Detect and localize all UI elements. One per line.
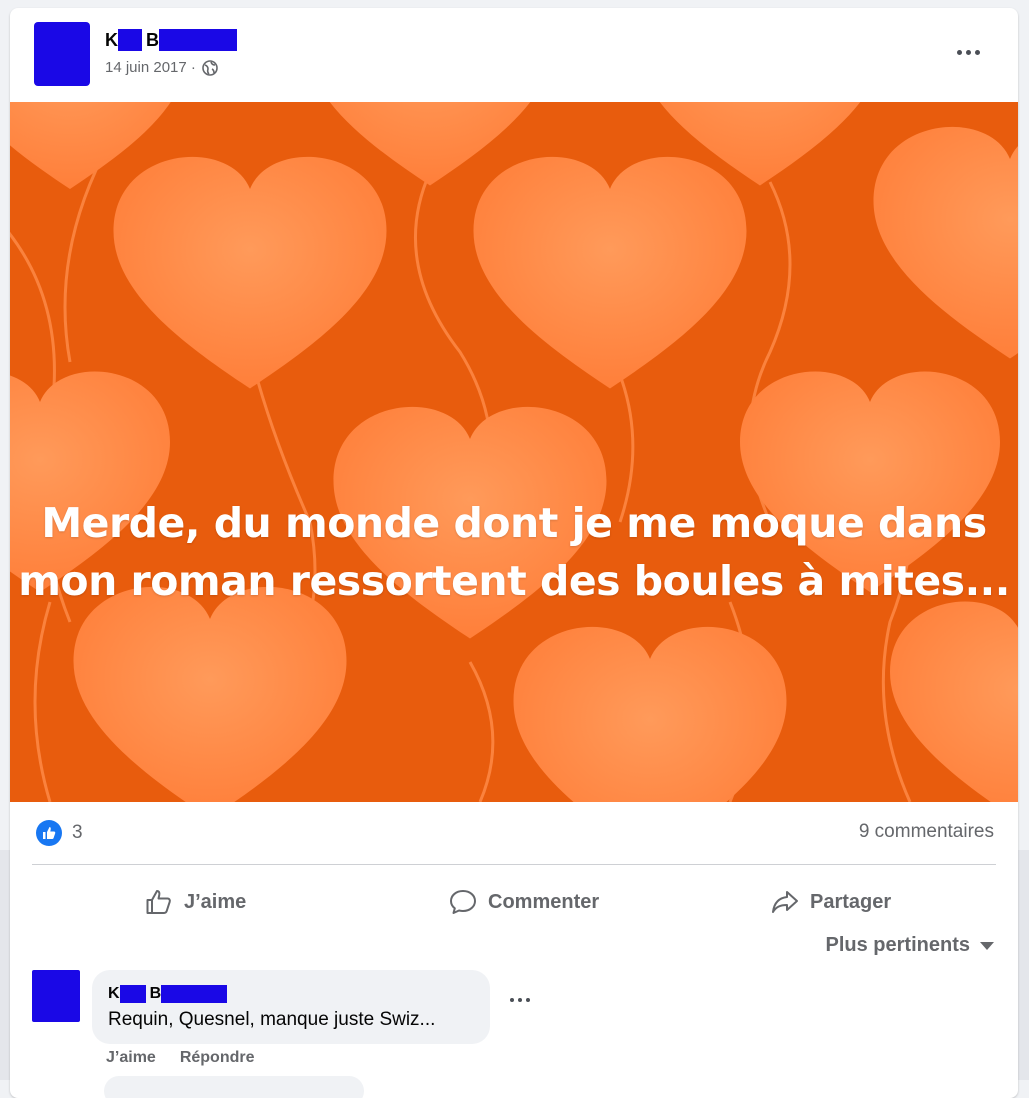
- reaction-count: 3: [72, 822, 83, 843]
- reactions-summary[interactable]: 3: [36, 820, 83, 846]
- comment-sort-dropdown[interactable]: Plus pertinents: [826, 934, 994, 957]
- comment-author-initial-first: K: [108, 985, 120, 1002]
- globe-icon: [202, 59, 218, 76]
- share-icon: [772, 891, 798, 913]
- share-button[interactable]: Partager: [770, 880, 891, 924]
- comment-text: Requin, Quesnel, manque juste Swiz...: [108, 1009, 436, 1030]
- sort-label: Plus pertinents: [825, 934, 970, 956]
- author-initial-first: K: [105, 29, 118, 50]
- share-label: Partager: [810, 890, 892, 913]
- comment-button[interactable]: Commenter: [448, 880, 599, 924]
- comment-author-initial-second: B: [149, 985, 162, 1002]
- more-horizontal-icon: [510, 998, 514, 1002]
- post-date[interactable]: 14 juin 2017 ·: [105, 59, 196, 76]
- post-text-line: Merde, du monde dont je me moque dans: [41, 499, 987, 547]
- commenter-avatar-redacted[interactable]: [32, 970, 80, 1022]
- thumbs-up-icon: [146, 890, 171, 914]
- like-button[interactable]: J’aime: [144, 880, 246, 924]
- comments-count-link[interactable]: 9 commentaires: [859, 821, 994, 843]
- author-name[interactable]: K B: [105, 28, 237, 52]
- redaction-bar: [161, 985, 228, 1003]
- hearts-pattern: [10, 102, 1018, 802]
- redaction-bar: [118, 29, 142, 51]
- next-comment-bubble: [104, 1076, 364, 1098]
- like-reaction-icon: [36, 820, 62, 846]
- comment-reply-button[interactable]: Répondre: [180, 1049, 255, 1067]
- comment-like-button[interactable]: J’aime: [106, 1049, 156, 1067]
- author-initial-second: B: [146, 29, 159, 50]
- post-meta: 14 juin 2017 ·: [105, 59, 218, 76]
- redaction-bar: [159, 29, 237, 51]
- background-strip-right: [1018, 850, 1029, 1080]
- post-text: Merde, du monde dont je me moque dans mo…: [10, 494, 1018, 610]
- thumbs-up-icon: [43, 827, 56, 839]
- caret-down-icon: [980, 941, 994, 950]
- post-card: K B 14 juin 2017 · Merde, du monde dont …: [10, 8, 1018, 1098]
- comment-bubble: [92, 970, 490, 1044]
- comment-icon: [450, 890, 476, 914]
- background-strip-left: [0, 850, 10, 1080]
- more-horizontal-icon: [956, 49, 962, 55]
- comment-options-button[interactable]: [510, 998, 530, 1002]
- comment-author[interactable]: K B: [108, 983, 228, 1005]
- redaction-bar: [119, 985, 146, 1003]
- comment-label: Commenter: [488, 890, 600, 913]
- divider: [32, 864, 996, 865]
- post-background-image[interactable]: Merde, du monde dont je me moque dans mo…: [10, 102, 1018, 802]
- author-avatar-redacted[interactable]: [34, 22, 90, 86]
- comment-actions: J’aime Répondre: [106, 1049, 254, 1067]
- like-label: J’aime: [184, 890, 247, 913]
- post-text-line: mon roman ressortent des boules à mites.…: [18, 557, 1010, 605]
- more-options-button[interactable]: [954, 44, 982, 60]
